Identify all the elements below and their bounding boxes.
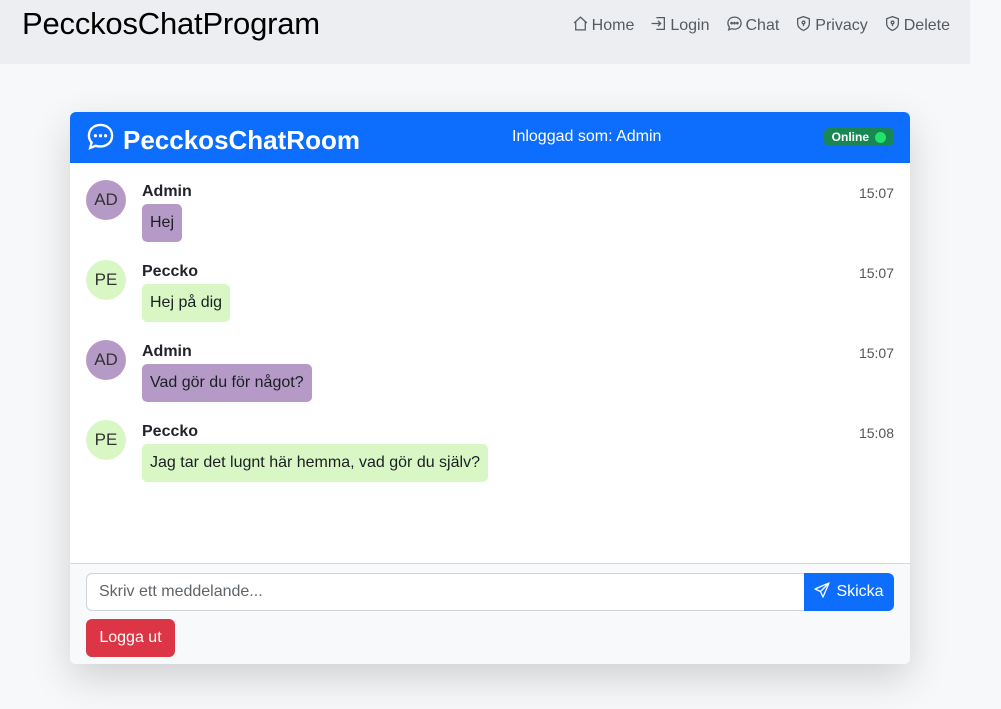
message-item: AD Admin 15:07 Vad gör du för något? [86,337,894,407]
logged-in-user: Inloggad som: Admin [512,128,662,145]
nav-item-delete[interactable]: Delete [884,15,950,37]
nav-item-label: Login [670,17,710,34]
nav-item-home[interactable]: Home [572,15,635,37]
app-title[interactable]: PecckosChatProgram [22,6,320,42]
message-item: AD Admin 15:07 Hej [86,177,894,247]
message-sender: Admin [142,343,192,360]
status-badge: Online [823,128,894,146]
nav-item-label: Delete [903,17,950,34]
nav-menu: Home Login Chat Privacy Delete [572,15,950,37]
message-time: 15:07 [858,265,894,281]
room-title: PecckosChatRoom [86,122,360,158]
shield-icon [884,15,901,37]
chat-footer: Skicka Logga ut [70,563,910,664]
nav-item-label: Chat [745,17,780,34]
house-icon [572,15,589,37]
avatar: PE [86,420,126,460]
nav-item-label: Privacy [815,17,868,34]
avatar: AD [86,340,126,380]
avatar: PE [86,260,126,300]
room-title-text: PecckosChatRoom [123,124,360,155]
chat-card: PecckosChatRoom Inloggad som: Admin Onli… [70,112,910,664]
nav-item-label: Home [591,17,635,34]
message-bubble: Hej på dig [142,284,231,322]
login-icon [650,15,667,37]
chat-icon [726,15,743,37]
top-navbar: PecckosChatProgram Home Login Chat Priva… [0,0,970,64]
status-label: Online [831,130,869,144]
message-time: 15:08 [858,425,894,441]
message-list: AD Admin 15:07 Hej PE Peccko 15:07 Hej p… [70,163,910,563]
message-sender: Admin [142,183,192,200]
message-bubble: Hej [142,204,183,242]
nav-item-privacy[interactable]: Privacy [795,15,868,37]
avatar: AD [86,180,126,220]
message-time: 15:07 [858,345,894,361]
chat-bubble-icon [86,122,115,158]
nav-item-chat[interactable]: Chat [726,15,780,37]
chat-header: PecckosChatRoom Inloggad som: Admin Onli… [70,112,910,163]
message-bubble: Vad gör du för något? [142,364,312,402]
status-indicator-icon [875,131,886,143]
message-sender: Peccko [142,423,199,440]
send-icon [814,581,831,603]
nav-item-login[interactable]: Login [650,15,710,37]
message-item: PE Peccko 15:08 Jag tar det lugnt här he… [86,417,894,487]
shield-icon [795,15,812,37]
message-bubble: Jag tar det lugnt här hemma, vad gör du … [142,444,488,482]
message-sender: Peccko [142,263,199,280]
message-time: 15:07 [858,185,894,201]
send-label: Skicka [836,583,884,600]
logout-button[interactable]: Logga ut [86,619,175,657]
message-input[interactable] [86,573,804,611]
send-button[interactable]: Skicka [804,573,894,611]
message-item: PE Peccko 15:07 Hej på dig [86,257,894,327]
